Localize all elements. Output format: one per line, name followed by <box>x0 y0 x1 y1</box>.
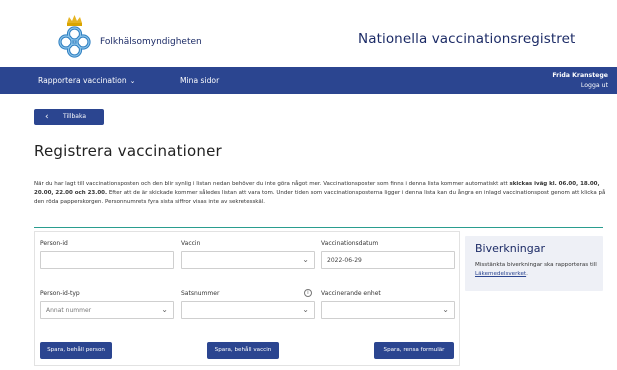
logout-link[interactable]: Logga ut <box>581 82 608 89</box>
vaccination-date-input[interactable]: 2022-06-29 <box>321 251 455 269</box>
back-button-label: Tillbaka <box>63 113 87 120</box>
batch-number-label: Satsnummer <box>181 290 220 297</box>
nav-report-vaccination-label: Rapportera vaccination <box>38 76 127 85</box>
person-id-type-select[interactable]: Annat nummer ⌄ <box>40 301 174 319</box>
vaccination-date-label: Vaccinationsdatum <box>321 240 379 247</box>
vaccine-select[interactable]: ⌄ <box>181 251 315 269</box>
batch-number-select[interactable]: ⌄ <box>181 301 315 319</box>
user-name: Frida Kranstege <box>552 72 608 79</box>
save-keep-vaccine-button[interactable]: Spara, behåll vaccin <box>207 342 279 359</box>
person-id-label: Person-id <box>40 240 68 247</box>
person-id-type-value: Annat nummer <box>46 307 92 314</box>
main-nav: Rapportera vaccination ⌄ Mina sidor Frida… <box>0 67 617 94</box>
chevron-down-icon: ⌄ <box>302 255 309 264</box>
vaccine-label: Vaccin <box>181 240 201 247</box>
info-text: När du har lagt till vaccinationsposten … <box>34 180 606 207</box>
save-keep-person-button[interactable]: Spara, behåll person <box>40 342 112 359</box>
site-header: Folkhälsomyndigheten Nationella vaccinat… <box>0 0 617 67</box>
nav-my-pages[interactable]: Mina sidor <box>180 76 219 85</box>
person-id-type-label: Person-id-typ <box>40 290 80 297</box>
back-button[interactable]: ‹ Tillbaka <box>34 109 104 125</box>
info-text-part1: När du har lagt till vaccinationsposten … <box>34 181 510 187</box>
chevron-down-icon: ⌄ <box>161 305 168 314</box>
info-text-part2: Efter att de är skickade kommer således … <box>34 190 606 205</box>
save-clear-form-button[interactable]: Spara, rensa formulär <box>374 342 454 359</box>
vaccination-date-value: 2022-06-29 <box>327 257 362 264</box>
chevron-down-icon: ⌄ <box>129 77 136 85</box>
section-divider <box>34 227 603 228</box>
vaccinating-unit-label: Vaccinerande enhet <box>321 290 381 297</box>
chevron-left-icon: ‹ <box>45 112 49 122</box>
chevron-down-icon: ⌄ <box>302 305 309 314</box>
site-title: Nationella vaccinationsregistret <box>358 31 576 47</box>
side-effects-card: Biverkningar Misstänkta biverkningar ska… <box>465 236 603 291</box>
info-circle-icon[interactable]: i <box>304 289 312 297</box>
person-id-input[interactable] <box>40 251 174 269</box>
side-effects-text-body: Misstänkta biverkningar ska rapporteras … <box>475 262 597 268</box>
side-effects-text: Misstänkta biverkningar ska rapporteras … <box>475 261 599 279</box>
folkhalsomyndigheten-logo[interactable] <box>52 14 97 60</box>
side-effects-title: Biverkningar <box>475 242 546 255</box>
org-name: Folkhälsomyndigheten <box>100 37 202 47</box>
lakemedelsverket-link[interactable]: Läkemedelsverket <box>475 271 526 277</box>
page-title: Registrera vaccinationer <box>34 142 222 160</box>
side-effects-text-suffix: . <box>526 271 528 277</box>
nav-report-vaccination[interactable]: Rapportera vaccination ⌄ <box>38 76 136 85</box>
chevron-down-icon: ⌄ <box>442 305 449 314</box>
vaccinating-unit-select[interactable]: ⌄ <box>321 301 455 319</box>
